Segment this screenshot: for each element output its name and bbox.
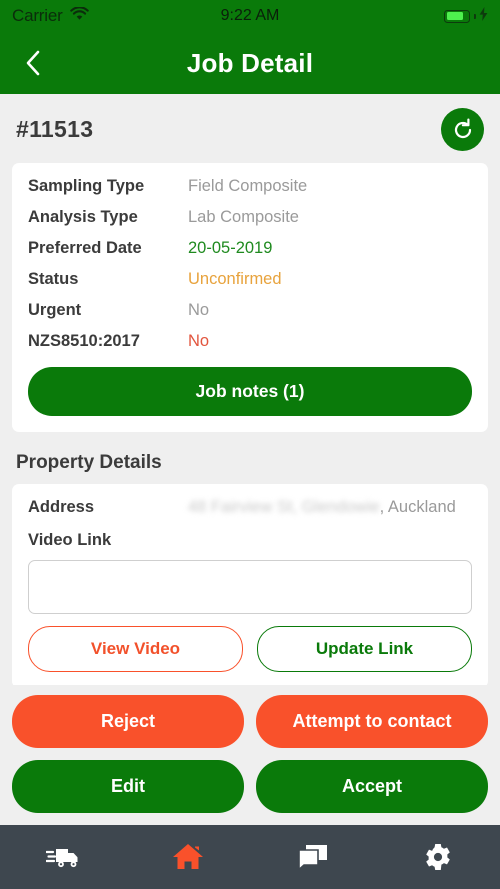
video-link-label: Video Link [28, 531, 112, 549]
back-button[interactable] [16, 46, 50, 80]
chat-icon [297, 845, 327, 870]
reject-button[interactable]: Reject [12, 695, 244, 748]
tab-messages[interactable] [250, 825, 375, 889]
address-suffix-text: , Auckland [379, 498, 456, 516]
detail-row-sampling-type: Sampling Type Field Composite [28, 177, 472, 196]
detail-value: No [188, 301, 210, 319]
update-link-button[interactable]: Update Link [257, 626, 472, 672]
video-action-row: View Video Update Link [28, 626, 472, 672]
detail-row-analysis-type: Analysis Type Lab Composite [28, 208, 472, 227]
job-detail-screen: Carrier 9:22 AM Job Detail #11513 Sampli… [0, 0, 500, 889]
detail-label: Sampling Type [28, 177, 145, 195]
tab-settings[interactable] [375, 825, 500, 889]
refresh-button[interactable] [441, 108, 484, 151]
wifi-icon [69, 5, 89, 26]
job-details-card: Sampling Type Field Composite Analysis T… [12, 163, 488, 432]
job-id-label: #11513 [16, 116, 94, 142]
truck-icon [45, 849, 77, 868]
detail-row-status: Status Unconfirmed [28, 270, 472, 289]
detail-row-urgent: Urgent No [28, 301, 472, 320]
job-id-row: #11513 [0, 94, 500, 163]
charging-bolt-icon [479, 6, 488, 26]
view-video-button[interactable]: View Video [28, 626, 243, 672]
page-title: Job Detail [186, 47, 314, 78]
bottom-tab-bar [0, 825, 500, 889]
status-bar-left: Carrier [12, 5, 89, 26]
status-bar-right [444, 6, 488, 26]
carrier-label: Carrier [12, 6, 63, 25]
detail-label: Urgent [28, 301, 82, 319]
tab-home[interactable] [125, 825, 250, 889]
chevron-left-icon [26, 50, 40, 76]
property-row-address: Address 48 Fairview St, Glendowie, Auckl… [28, 498, 472, 517]
address-value: 48 Fairview St, Glendowie, Auckland [188, 498, 456, 517]
address-label: Address [28, 498, 95, 516]
detail-row-preferred-date: Preferred Date 20-05-2019 [28, 239, 472, 258]
action-bar: Reject Attempt to contact Edit Accept [0, 685, 500, 825]
detail-label: Analysis Type [28, 208, 138, 226]
navigation-bar: Job Detail [0, 32, 500, 94]
detail-value: No [188, 332, 210, 350]
property-details-card: Address 48 Fairview St, Glendowie, Auckl… [12, 484, 488, 688]
job-notes-button[interactable]: Job notes (1) [28, 367, 472, 416]
property-details-heading: Property Details [16, 452, 162, 473]
address-redacted-text: 48 Fairview St, Glendowie [188, 498, 380, 516]
battery-icon [444, 9, 470, 23]
accept-button[interactable]: Accept [256, 760, 488, 813]
status-bar: Carrier 9:22 AM [0, 0, 500, 32]
refresh-icon [454, 118, 471, 138]
tab-jobs[interactable] [0, 825, 125, 889]
attempt-to-contact-button[interactable]: Attempt to contact [256, 695, 488, 748]
detail-row-nzs8510: NZS8510:2017 No [28, 332, 472, 351]
edit-button[interactable]: Edit [12, 760, 244, 813]
detail-value: Lab Composite [188, 208, 299, 226]
detail-label: Preferred Date [28, 239, 142, 257]
video-link-input[interactable] [28, 560, 472, 614]
detail-label: NZS8510:2017 [28, 332, 140, 350]
detail-value: Field Composite [188, 177, 308, 195]
detail-label: Status [28, 270, 79, 288]
detail-value: 20-05-2019 [188, 239, 273, 257]
battery-cap-icon [474, 13, 476, 19]
settings-icon [425, 844, 450, 870]
status-badge: Unconfirmed [188, 270, 282, 288]
home-icon [172, 844, 203, 869]
